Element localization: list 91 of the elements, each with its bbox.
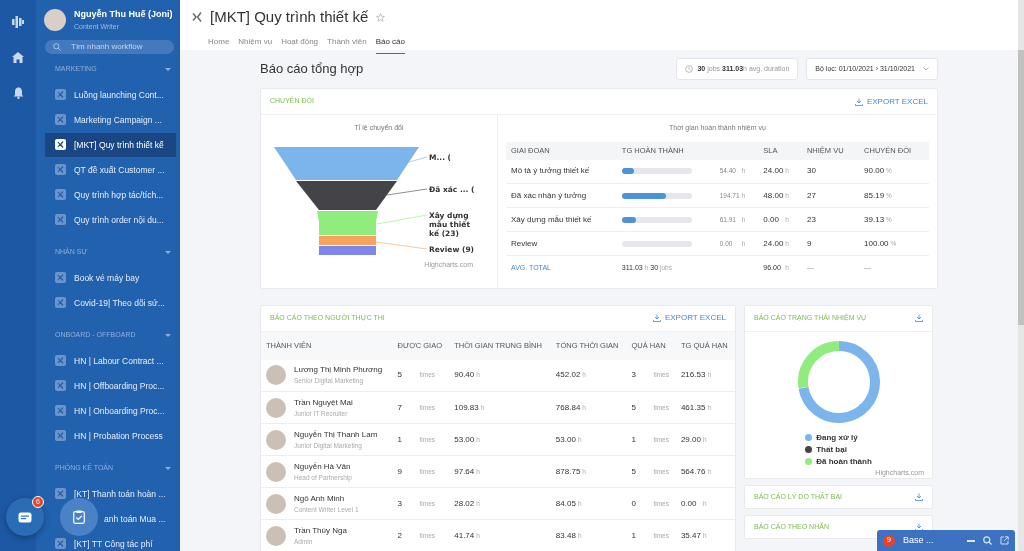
sidebar-item[interactable]: [KT] Thanh toán hoàn ... [45,487,176,500]
report-title: Báo cáo tổng hợp [260,60,364,79]
table-cell: 30 [801,159,860,184]
search-field[interactable]: Tìm nhanh workflow [45,40,174,54]
table-cell: Đã xác nhận ý tưởng [506,183,617,208]
workflow-icon [55,189,66,200]
sidebar-item[interactable]: HN | Probation Process [45,429,176,442]
sidebar-item[interactable]: Luồng launching Cont... [45,88,176,101]
legend-item[interactable]: Thất bại [805,443,872,456]
legend-item[interactable]: Đang xử lý [805,431,872,444]
workflow-icon [55,89,66,100]
sidebar-item[interactable]: Book vé máy bay [45,271,176,284]
chevron-icon[interactable] [165,465,171,471]
export-button[interactable]: EXPORT EXCEL [854,95,928,108]
chat-icon [18,511,32,523]
avatar [266,365,286,386]
table-cell: Mô tả ý tưởng thiết kế [506,159,617,184]
avatar [266,397,286,418]
member-name: Ngô Anh Minh [294,492,346,505]
scrollbar[interactable] [1018,0,1024,551]
workflow-icon [55,139,66,150]
workflow-icon [55,405,66,416]
download-icon [854,97,863,106]
avatar [266,525,286,546]
clock-icon [685,65,694,73]
nav-tab[interactable]: Báo cáo [375,32,405,54]
member-name: Nguyễn Thị Thanh Lam [294,428,378,441]
table-cell: 23 [801,207,860,232]
nav-tab[interactable]: Thành viên [327,32,367,54]
sidebar-item[interactable]: Covid-19| Theo dõi sứ... [45,296,176,309]
avatar [266,493,286,514]
leader-line [376,214,428,224]
page-title: [MKT] Quy trình thiết kế [210,7,369,27]
workflow-icon [55,114,66,125]
user-name: Nguyễn Thu Huế (Joni) [74,8,173,21]
nav-tab[interactable]: Home [208,32,230,54]
sidebar-item[interactable]: anh toán Mua ... [104,512,176,525]
search-icon[interactable] [983,536,992,545]
search-icon [53,43,61,51]
nav-tab[interactable]: Nhiệm vụ [238,32,273,54]
member-name: Nguyễn Hà Vân [294,460,352,473]
logo-icon[interactable] [12,16,24,28]
workflow-icon [55,297,66,308]
download-icon [652,314,661,322]
chat-title[interactable]: Base ... [903,533,959,548]
legend-item[interactable]: Đã hoàn thành [805,455,872,468]
progress-track [621,240,692,247]
workflow-icon [55,380,66,391]
chevron-icon[interactable] [165,332,171,338]
sidebar-item[interactable]: Quy trình hợp tác/tích... [45,188,176,201]
search-input[interactable]: Tìm nhanh workflow [69,40,166,54]
chevron-icon[interactable] [165,66,171,72]
sidebar-item[interactable]: Marketing Campaign ... [45,113,176,126]
clipboard-icon [73,510,85,524]
minimize-icon[interactable] [967,539,975,542]
workflow-icon [55,430,66,441]
bell-icon[interactable] [12,87,24,99]
star-icon[interactable] [376,12,386,22]
member-name: Lương Thị Minh Phương [294,364,383,377]
workflow-icon [55,488,66,499]
table-cell: Xây dựng mẫu thiết kế [506,207,617,232]
leader-line [386,188,428,195]
sidebar-item[interactable]: Quy trình order nội du... [45,213,176,226]
chevron-icon[interactable] [165,249,171,255]
sidebar-item[interactable]: HN | Offboarding Proc... [45,379,176,392]
external-link-icon[interactable] [1000,536,1009,545]
download-icon[interactable] [915,493,923,501]
workflow-icon [55,355,66,366]
table-cell: Review [506,231,617,256]
leader-line [408,156,428,162]
caret-icon [923,67,929,71]
sidebar-item[interactable]: HN | Onboarding Proc... [45,404,176,417]
nav-tab[interactable]: Hoạt động [281,32,319,54]
export-button[interactable]: EXPORT EXCEL [652,312,726,324]
workflow-icon [192,12,202,23]
workflow-icon [55,272,66,283]
download-icon[interactable] [915,314,923,322]
workflow-icon [55,164,66,175]
table-cell: 9 [801,231,860,256]
home-icon[interactable] [12,52,24,63]
avatar [266,429,286,450]
sidebar-item[interactable]: HN | Labour Contract ... [45,354,176,367]
workflow-icon [55,214,66,225]
avatar [266,461,286,482]
sidebar-item[interactable]: [MKT] Quy trình thiết kế [45,132,176,157]
member-name: Trần Thúy Nga [294,524,347,537]
avatar [44,9,66,31]
table-cell: 27 [801,183,860,208]
member-name: Trần Nguyệt Mai [294,396,353,409]
sidebar-item[interactable]: QT đề xuất Customer ... [45,163,176,176]
sidebar-item[interactable]: [KT] TT Công tác phí [45,537,176,550]
